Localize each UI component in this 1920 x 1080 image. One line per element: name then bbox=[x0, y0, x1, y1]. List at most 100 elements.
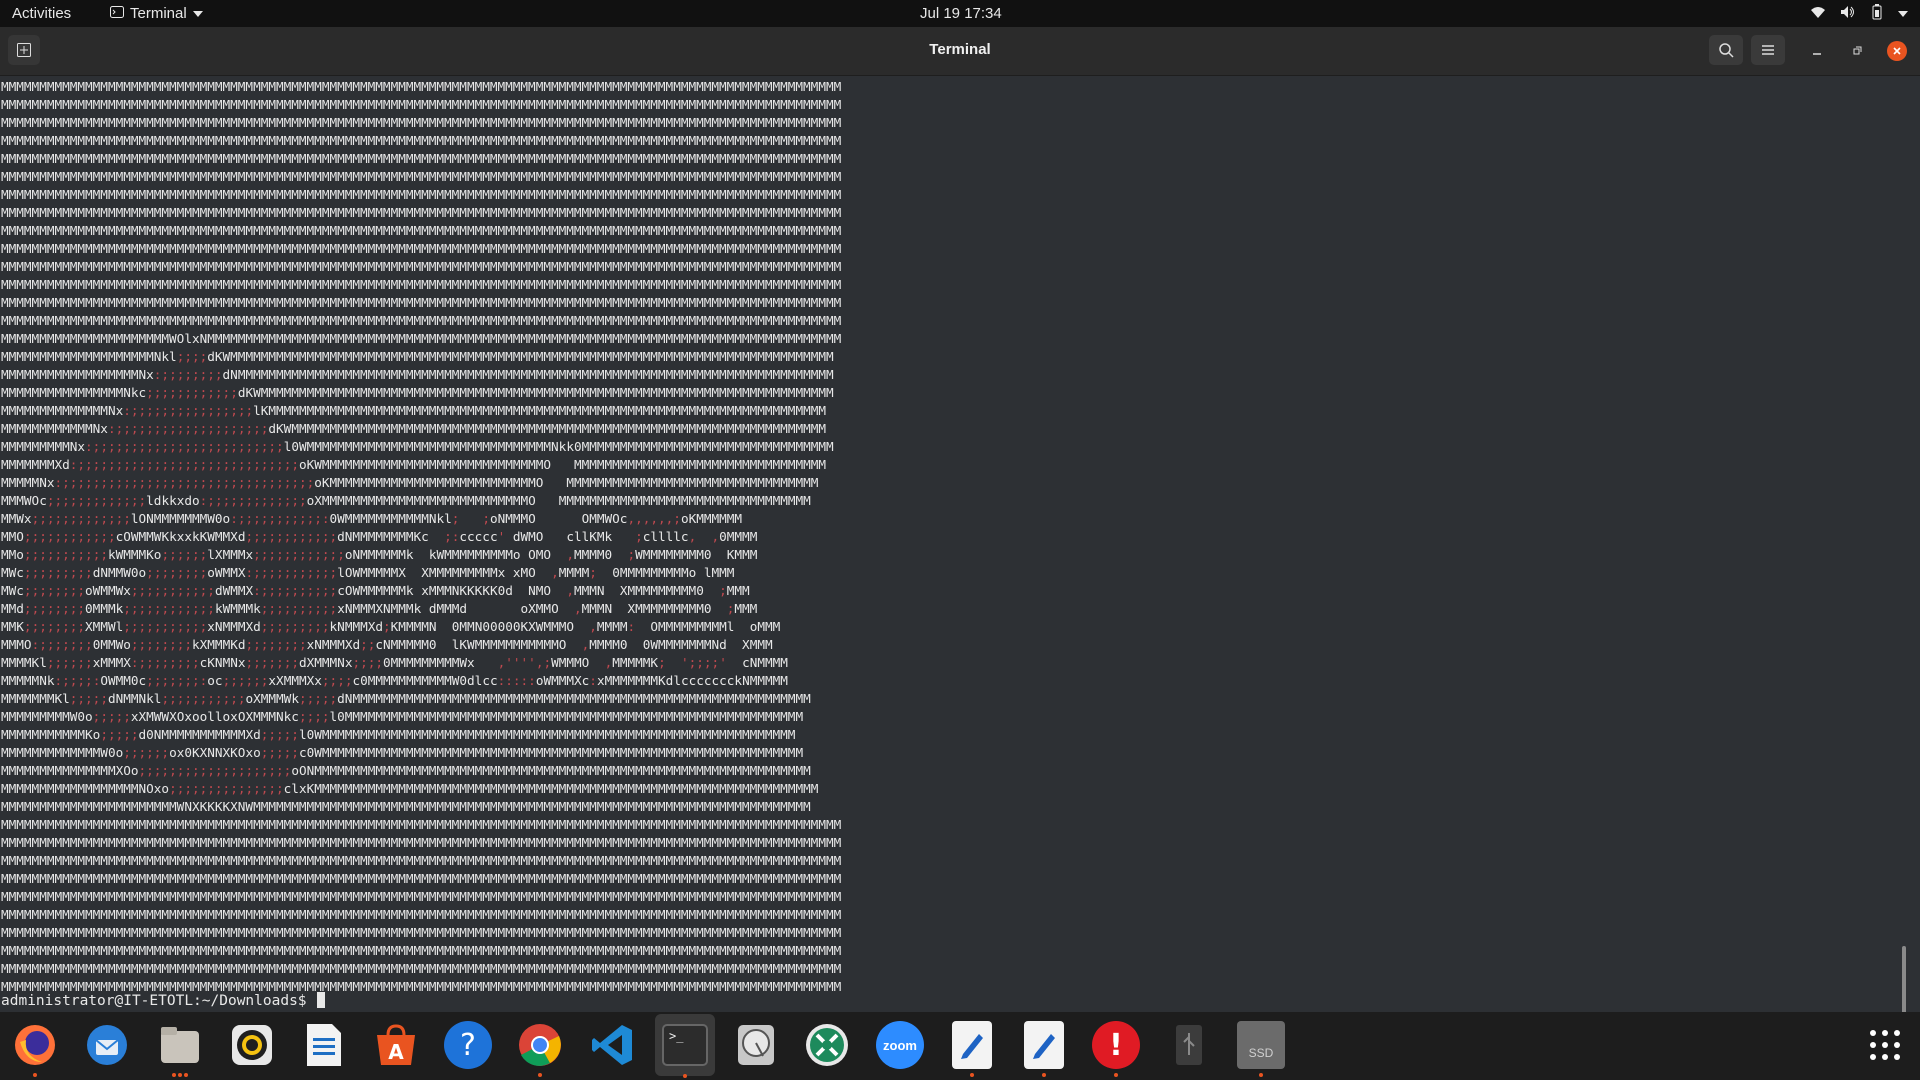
dock-item-disk-utility[interactable] bbox=[732, 1021, 780, 1069]
app-menu-label: Terminal bbox=[130, 5, 187, 22]
restore-icon bbox=[1853, 46, 1862, 55]
terminal-line: MMWx;;;;;;;;;;;;;lONMMMMMMMW0o:;;;;;;;;;… bbox=[1, 511, 743, 526]
dock-item-files[interactable] bbox=[156, 1021, 204, 1077]
terminal-line: MMMMMMMMMMMMMMMMMMNx:;;;;;;;;dNMMMMMMMMM… bbox=[1, 367, 834, 382]
terminal-output: MMMMMMMMMMMMMMMMMMMMMMMMMMMMMMMMMMMMMMMM… bbox=[1, 78, 841, 996]
dock-item-chrome[interactable] bbox=[516, 1021, 564, 1077]
app-menu[interactable]: Terminal bbox=[110, 5, 203, 22]
terminal-line: MMMMMMMMMMMMMMMMMMMMMMMMMMMMMMMMMMMMMMMM… bbox=[1, 889, 842, 904]
terminal-icon: >_ bbox=[662, 1024, 708, 1066]
terminal-line: MMMMMMMMMNx:;;;;;;;;;;;;;;;;;;;;;;;;;l0W… bbox=[1, 439, 834, 454]
remote-desktop-icon bbox=[806, 1024, 848, 1066]
terminal-line: MMMMMMMMMMMMMMMMMMMMMMMMMMMMMMMMMMMMMMMM… bbox=[1, 169, 842, 184]
dock-item-firefox[interactable] bbox=[11, 1021, 59, 1077]
battery-icon bbox=[1870, 4, 1884, 24]
terminal-line: MMMMMMMMMMMMMMMMMMMMMMMMMMMMMMMMMMMMMMMM… bbox=[1, 871, 842, 886]
pencil-icon bbox=[1033, 1034, 1055, 1059]
dock-item-ssd-drive[interactable]: SSD bbox=[1237, 1021, 1285, 1077]
terminal-line: MMMMMMMMMMMMMW0o;;;;;;ox0KXNNXKOxo;;;;;c… bbox=[1, 745, 804, 760]
running-indicator bbox=[178, 1073, 182, 1077]
chrome-icon bbox=[519, 1024, 561, 1066]
terminal-line: MMMMMMMMMMMMMMMMNkc;;;;;;;;;;;;dKWMMMMMM… bbox=[1, 385, 834, 400]
dock-item-update-notifier[interactable]: ! bbox=[1092, 1021, 1140, 1077]
terminal-line: MMMWOc;;;;;;;;;;;;;ldkkxdo:;;;;;;;;;;;;;… bbox=[1, 493, 811, 508]
running-indicator bbox=[1259, 1073, 1263, 1077]
dock-item-rhythmbox[interactable] bbox=[228, 1021, 276, 1069]
dock-item-thunderbird[interactable] bbox=[83, 1021, 131, 1069]
chevron-down-icon bbox=[1898, 11, 1908, 17]
terminal-line: MWc;;;;;;;;oWMMWx;;;;;;;;;;;dWMMX:;;;;;;… bbox=[1, 583, 750, 598]
terminal-line: MMMMMMMMMMMMMMMMMMMMMMMMMMMMMMMMMMMMMMMM… bbox=[1, 259, 842, 274]
terminal-line: MMMMMMMMMMMMMMMMMMMMMMMMMMMMMMMMMMMMMMMM… bbox=[1, 223, 842, 238]
search-icon bbox=[1719, 43, 1734, 58]
terminal-line: MMMO:;;;;;;;0MMWo;;;;;;;;kXMMMKd;;;;;;;;… bbox=[1, 637, 773, 652]
dock-item-text-editor-2[interactable] bbox=[1024, 1021, 1064, 1077]
thunderbird-icon bbox=[87, 1025, 127, 1065]
minimize-button[interactable] bbox=[1807, 41, 1827, 61]
terminal-line: MMMMMMMMMMMMMMMMMMMMMMMMMMMMMMMMMMMMMMMM… bbox=[1, 295, 842, 310]
dock-item-remote-desktop[interactable] bbox=[803, 1021, 851, 1069]
terminal-line: MWc;;;;;;;;;dNMMW0o;;;;;;;;oWMMX:;;;;;;;… bbox=[1, 565, 735, 580]
zoom-icon: zoom bbox=[883, 1037, 917, 1053]
terminal-prompt: administrator@IT-ETOTL:~/Downloads$ bbox=[1, 993, 307, 1009]
system-menu[interactable] bbox=[1810, 4, 1908, 24]
terminal-line: MMMMMNx:;;;;;;;;;;;;;;;;;;;;;;;;;;;;;;;;… bbox=[1, 475, 819, 490]
terminal-prompt-line[interactable]: administrator@IT-ETOTL:~/Downloads$ bbox=[1, 992, 326, 1010]
terminal-line: MMMMMMMMMMMKo;;;;;d0NMMMMMMMMMMMXd;;;;;l… bbox=[1, 727, 796, 742]
terminal-line: MMMMMMMMMMMMMMMMMMMMMMMMMMMMMMMMMMMMMMMM… bbox=[1, 961, 842, 976]
terminal-line: MMMMMMMKl;;;;;dNMMNkl;;;;;;;;;;;oXMMMWk;… bbox=[1, 691, 811, 706]
dock-item-software[interactable]: A bbox=[372, 1021, 420, 1069]
dock-item-text-editor-1[interactable] bbox=[952, 1021, 992, 1077]
search-button[interactable] bbox=[1709, 35, 1743, 65]
terminal-line: MMMMMMMMMMMMMMMMMMMMMMMMMMMMMMMMMMMMMMMM… bbox=[1, 187, 842, 202]
close-button[interactable] bbox=[1887, 41, 1907, 61]
top-bar: Activities Terminal Jul 19 17:34 bbox=[0, 0, 1920, 27]
running-indicator bbox=[172, 1073, 176, 1077]
dock-item-usb-drive[interactable] bbox=[1165, 1021, 1213, 1069]
volume-icon bbox=[1840, 5, 1856, 23]
terminal-app-icon bbox=[110, 5, 124, 22]
restore-button[interactable] bbox=[1847, 41, 1867, 61]
terminal-line: MMMMMMMMMMMMMMMMMMMMMMMMMMMMMMMMMMMMMMMM… bbox=[1, 907, 842, 922]
terminal-line: MMMMMMMMMMMMMMMMMMNOxo;;;;;;;;;;;;;;;clx… bbox=[1, 781, 819, 796]
terminal-line: MMMMMMMMMMMMMMMMMMMMMMMMMMMMMMMMMMMMMMMM… bbox=[1, 925, 842, 940]
vscode-icon bbox=[592, 1025, 632, 1065]
terminal-line: MMMMMMMMMMMMMMMMMMMMMMMMMMMMMMMMMMMMMMMM… bbox=[1, 817, 842, 832]
dock-item-vscode[interactable] bbox=[588, 1021, 636, 1069]
terminal-line: MMd;;;;;;;;0MMMk;;;;;;;;;;;;kWMMMk;;;;;;… bbox=[1, 601, 758, 616]
running-indicator bbox=[1042, 1073, 1046, 1077]
software-store-icon: A bbox=[377, 1024, 415, 1065]
window-titlebar[interactable]: Terminal bbox=[0, 27, 1920, 76]
running-indicator bbox=[970, 1073, 974, 1077]
chevron-down-icon bbox=[192, 10, 203, 17]
terminal-line: MMMMMMMMMMMMMMMMMMMMMMMMMMMMMMMMMMMMMMMM… bbox=[1, 241, 842, 256]
terminal-line: MMMMMMMMMMMMMMMXOo;;;;;;;;;;;;;;;;;;;;oO… bbox=[1, 763, 811, 778]
wifi-icon bbox=[1810, 5, 1826, 23]
minimize-icon bbox=[1813, 53, 1821, 55]
terminal-line: MMMMMMMMMMMMMMMMMMMMMMMWNXKKKKXNWMMMMMMM… bbox=[1, 799, 811, 814]
usb-drive-icon bbox=[1176, 1025, 1202, 1065]
clock[interactable]: Jul 19 17:34 bbox=[920, 5, 1002, 22]
terminal-line: MMMMMMMMMMMMMMMMMMMMMMMMMMMMMMMMMMMMMMMM… bbox=[1, 277, 842, 292]
menu-button[interactable] bbox=[1751, 35, 1785, 65]
terminal-view[interactable]: MMMMMMMMMMMMMMMMMMMMMMMMMMMMMMMMMMMMMMMM… bbox=[0, 76, 1910, 1012]
terminal-line: MMMMMMMMMMMMMMMMMMMMMMMMMMMMMMMMMMMMMMMM… bbox=[1, 151, 842, 166]
activities-button[interactable]: Activities bbox=[12, 5, 71, 22]
dock-item-help[interactable]: ? bbox=[444, 1021, 492, 1069]
running-indicator bbox=[1114, 1073, 1118, 1077]
pencil-icon bbox=[961, 1034, 983, 1059]
terminal-scrollbar[interactable] bbox=[1902, 946, 1906, 1012]
terminal-line: MMMMMNk:;;;;:OWMM0c;;;;;;;:oc;;;;;;xXMMM… bbox=[1, 673, 788, 688]
show-applications-button[interactable] bbox=[1861, 1021, 1909, 1069]
terminal-line: MMMMMMMMMMMMMMMMMMMMMMMMMMMMMMMMMMMMMMMM… bbox=[1, 853, 842, 868]
dock-item-libreoffice-writer[interactable] bbox=[300, 1021, 348, 1069]
dock-item-terminal[interactable]: >_ bbox=[655, 1014, 715, 1078]
terminal-line: MMMMMMMMMW0o;;;;;xXMWWXOxoolloxOXMMMNkc;… bbox=[1, 709, 804, 724]
ssd-icon: SSD bbox=[1248, 1046, 1274, 1060]
hamburger-icon bbox=[1762, 45, 1774, 55]
dock-item-zoom[interactable]: zoom bbox=[876, 1021, 924, 1069]
running-indicator bbox=[683, 1074, 687, 1078]
terminal-line: MMMMMMMMMMMMMMMMMMMMNkl;;;;dKWMMMMMMMMMM… bbox=[1, 349, 834, 364]
terminal-line: MMO;;;;;;;;;;;;cOWMMWKkxxkKWMMXd;;;;;;;;… bbox=[1, 529, 758, 544]
terminal-line: MMK;;;;;;;;XMMWl;;;;;;;;;;;xNMMMXd;;;;;;… bbox=[1, 619, 781, 634]
